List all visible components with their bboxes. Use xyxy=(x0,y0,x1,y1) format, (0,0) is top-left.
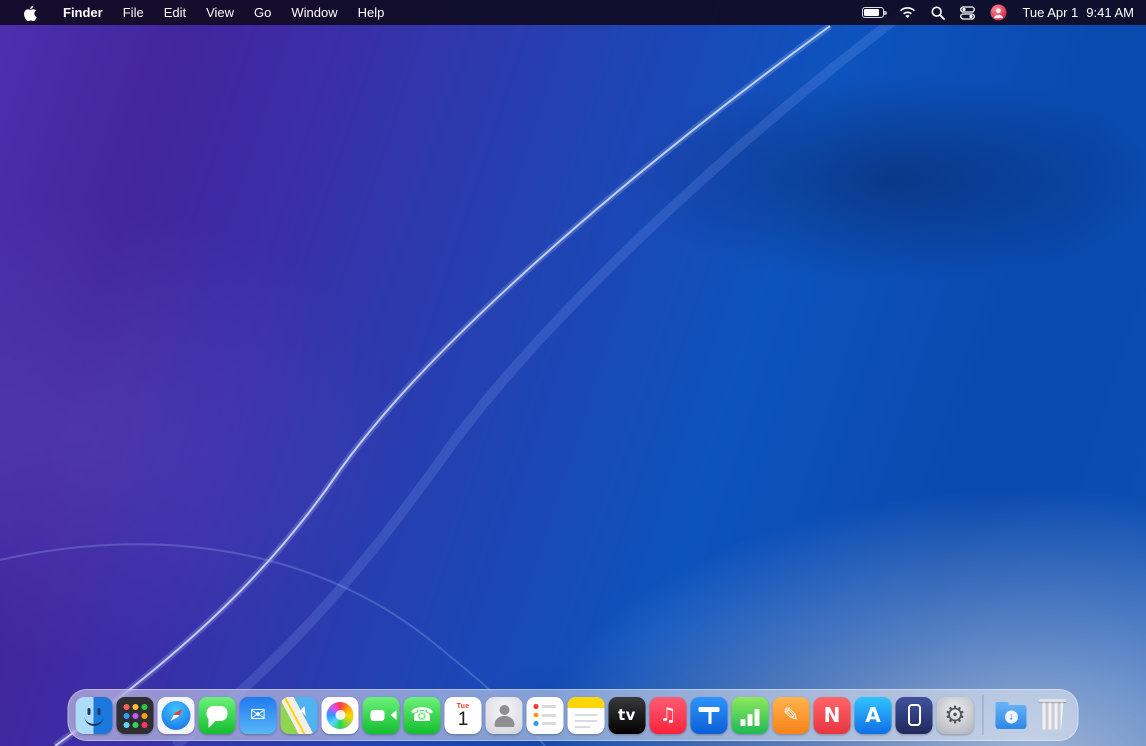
menu-go[interactable]: Go xyxy=(245,0,280,25)
dock-messages[interactable] xyxy=(199,697,236,734)
numbers-bar-chart-icon xyxy=(755,709,760,726)
finder-face xyxy=(98,708,101,715)
numbers-bar-chart-icon xyxy=(741,719,746,726)
notes-yellow-band xyxy=(568,697,605,708)
contacts-silhouette-icon xyxy=(499,705,509,715)
dot xyxy=(534,721,539,726)
pages-pen-icon: ✎ xyxy=(773,697,810,734)
apple-menu[interactable] xyxy=(12,5,52,21)
maps-navigation-icon xyxy=(297,704,309,716)
dock-finder[interactable] xyxy=(76,697,113,734)
dock-music[interactable]: ♫ xyxy=(650,697,687,734)
numbers-bar-chart-icon xyxy=(748,714,753,726)
line xyxy=(541,722,557,725)
battery-icon xyxy=(862,7,884,18)
reminders-row xyxy=(534,704,557,709)
spotlight-search-icon xyxy=(931,6,945,20)
spotlight[interactable] xyxy=(931,6,945,20)
finder-face xyxy=(88,708,91,715)
contacts-silhouette-icon xyxy=(494,716,514,727)
messages-bubble-tail xyxy=(209,718,219,728)
battery-fill xyxy=(864,9,879,16)
wallpaper-wave-art xyxy=(0,0,1146,746)
facetime-camera-icon xyxy=(371,710,385,721)
dock-launchpad[interactable] xyxy=(117,697,154,734)
dock-trash[interactable] xyxy=(1034,697,1071,734)
dock-pages[interactable]: ✎ xyxy=(773,697,810,734)
dock-notes[interactable] xyxy=(568,697,605,734)
apple-logo-icon xyxy=(23,5,37,21)
control-center[interactable] xyxy=(960,6,975,20)
dock-calendar[interactable]: Tue 1 xyxy=(445,697,482,734)
dock-mail[interactable]: ✉ xyxy=(240,697,277,734)
calendar-day: 1 xyxy=(458,710,469,729)
keynote-podium-icon xyxy=(708,712,711,724)
dock: ✉ ☎ Tue 1 xyxy=(68,689,1079,741)
control-center-icon xyxy=(960,6,975,20)
menu-file[interactable]: File xyxy=(114,0,153,25)
mail-envelope-icon: ✉ xyxy=(240,697,277,734)
dock-apple-tv[interactable]: tv xyxy=(609,697,646,734)
music-note-icon: ♫ xyxy=(650,697,687,734)
iphone-outline-icon xyxy=(908,704,921,726)
dock-photos[interactable] xyxy=(322,697,359,734)
battery-status[interactable] xyxy=(862,7,884,18)
gear-icon: ⚙ xyxy=(937,697,974,734)
dock-reminders[interactable] xyxy=(527,697,564,734)
dock-safari[interactable] xyxy=(158,697,195,734)
battery-tip xyxy=(884,11,887,15)
menu-app-name[interactable]: Finder xyxy=(54,0,112,25)
menu-bar-time: 9:41 AM xyxy=(1086,5,1134,20)
tv-logo: tv xyxy=(609,697,646,734)
dock-numbers[interactable] xyxy=(732,697,769,734)
menu-help[interactable]: Help xyxy=(349,0,394,25)
dock-system-settings[interactable]: ⚙ xyxy=(937,697,974,734)
dock-iphone-mirroring[interactable] xyxy=(896,697,933,734)
finder-face xyxy=(85,716,104,726)
menu-window[interactable]: Window xyxy=(282,0,346,25)
dot xyxy=(534,713,539,718)
download-arrow-icon: ↓ xyxy=(1005,710,1018,723)
menu-bar-status: Tue Apr 1 9:41 AM xyxy=(862,4,1134,21)
menu-edit[interactable]: Edit xyxy=(155,0,195,25)
desktop-wallpaper: Finder File Edit View Go Window Help xyxy=(0,0,1146,746)
dock-contacts[interactable] xyxy=(486,697,523,734)
dock-facetime[interactable] xyxy=(363,697,400,734)
menu-bar-clock[interactable]: Tue Apr 1 9:41 AM xyxy=(1022,5,1134,20)
menu-bar-date: Tue Apr 1 xyxy=(1022,5,1078,20)
photos-pinwheel-center xyxy=(335,710,345,720)
user-avatar-icon xyxy=(990,4,1007,21)
dock-divider xyxy=(983,695,984,735)
dot xyxy=(534,704,539,709)
line xyxy=(541,705,557,708)
news-logo: N xyxy=(814,697,851,734)
reminders-row xyxy=(534,721,557,726)
menu-bar: Finder File Edit View Go Window Help xyxy=(0,0,1146,25)
line xyxy=(575,726,591,729)
line xyxy=(575,714,598,717)
trash-lid xyxy=(1038,699,1066,702)
menu-view[interactable]: View xyxy=(197,0,243,25)
dock-news[interactable]: N xyxy=(814,697,851,734)
trash-can-icon xyxy=(1039,701,1065,730)
line xyxy=(541,714,557,717)
wifi-icon xyxy=(899,6,916,19)
menu-bar-left: Finder File Edit View Go Window Help xyxy=(12,0,393,25)
dock-phone[interactable]: ☎ xyxy=(404,697,441,734)
facetime-camera-lens xyxy=(386,710,397,720)
dock-keynote[interactable] xyxy=(691,697,728,734)
phone-handset-icon: ☎ xyxy=(404,697,441,734)
dock-maps[interactable] xyxy=(281,697,318,734)
reminders-row xyxy=(534,713,557,718)
app-store-logo: A xyxy=(855,697,892,734)
line xyxy=(575,720,598,723)
user-avatar[interactable] xyxy=(990,4,1007,21)
dock-downloads-folder[interactable]: ↓ xyxy=(993,697,1030,734)
dock-app-store[interactable]: A xyxy=(855,697,892,734)
wifi-status[interactable] xyxy=(899,6,916,19)
